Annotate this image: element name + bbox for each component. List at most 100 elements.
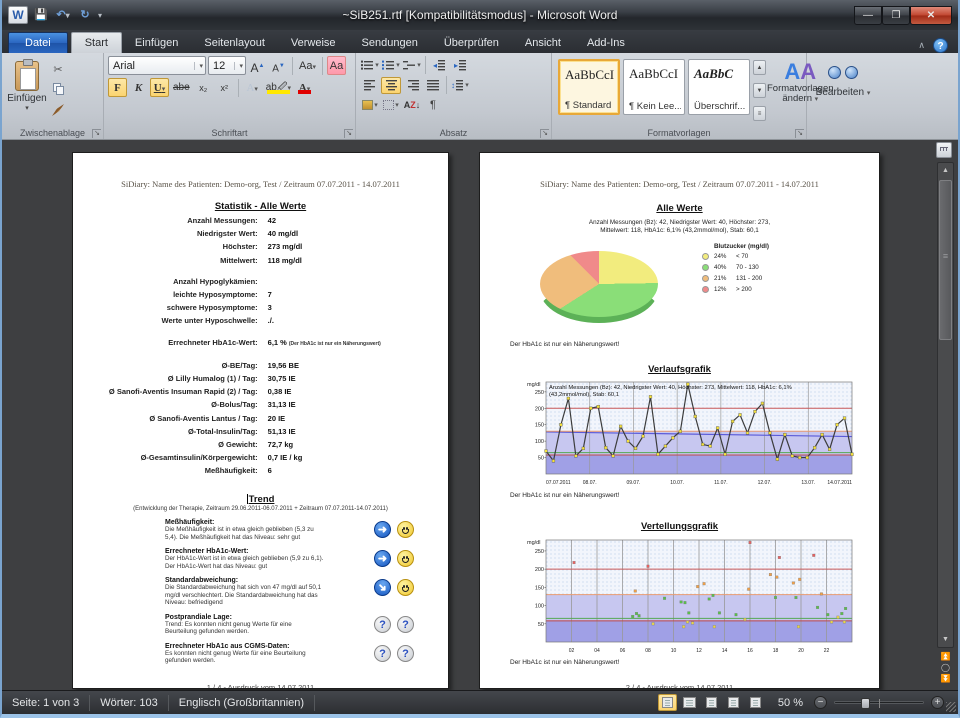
zoom-level[interactable]: 50 % — [778, 697, 803, 709]
font-dialog-launcher-icon[interactable] — [344, 129, 353, 138]
customize-qat-button[interactable]: ▾ — [98, 11, 102, 20]
text-effects-button[interactable]: A▾ — [243, 78, 262, 97]
tab-add-ins[interactable]: Add-Ins — [574, 33, 638, 53]
document-page-2[interactable]: SiDiary: Name des Patienten: Demo-org, T… — [479, 152, 880, 689]
styles-dialog-launcher-icon[interactable] — [795, 129, 804, 138]
paste-dropdown-icon[interactable]: ▾ — [25, 104, 29, 112]
zoom-out-button[interactable]: − — [814, 696, 827, 709]
scroll-up-icon[interactable]: ▲ — [938, 163, 953, 178]
word-count-status[interactable]: Wörter: 103 — [90, 695, 168, 711]
italic-button[interactable]: K — [129, 78, 148, 97]
numbered-list-button[interactable]: ▾ — [381, 57, 401, 74]
ribbon-tab-row: DateiStartEinfügenSeitenlayoutVerweiseSe… — [2, 30, 958, 53]
undo-button[interactable]: ↶▾ — [54, 6, 72, 24]
zoom-slider[interactable] — [834, 701, 924, 704]
bullet-list-button[interactable]: ▾ — [360, 57, 380, 74]
show-paragraph-marks-button[interactable]: ¶ — [423, 96, 443, 113]
outline-view-button[interactable] — [724, 694, 743, 711]
find-binoculars-icon[interactable] — [828, 62, 858, 84]
superscript-button[interactable]: x² — [215, 78, 234, 97]
styles-gallery-more-icon[interactable]: ≡ — [753, 106, 766, 121]
view-ruler-toggle-icon[interactable] — [936, 142, 952, 158]
align-right-button[interactable] — [402, 77, 422, 94]
language-status[interactable]: Englisch (Großbritannien) — [169, 695, 315, 711]
trend-section: Trend (Entwicklung der Therapie, Zeitrau… — [73, 494, 448, 665]
scroll-down-icon[interactable]: ▼ — [938, 632, 953, 647]
minimize-ribbon-icon[interactable]: ∧ — [918, 40, 925, 51]
tab-ansicht[interactable]: Ansicht — [512, 33, 574, 53]
tab-verweise[interactable]: Verweise — [278, 33, 349, 53]
document-page-1[interactable]: SiDiary: Name des Patienten: Demo-org, T… — [72, 152, 449, 689]
editing-button[interactable]: Bearbeiten ▾ — [816, 87, 871, 98]
vertical-scrollbar[interactable]: ▲ ▼ — [937, 162, 954, 648]
redo-button[interactable]: ↻ — [76, 6, 94, 24]
grow-font-button[interactable]: A▲ — [248, 56, 267, 75]
zoom-slider-thumb[interactable] — [861, 698, 870, 709]
zoom-in-button[interactable]: + — [931, 696, 944, 709]
multilevel-list-icon — [403, 59, 416, 71]
style-card-0[interactable]: AaBbCcI¶ Standard — [558, 59, 620, 115]
format-painter-button[interactable] — [48, 103, 68, 121]
restore-button[interactable]: ❐ — [882, 6, 910, 25]
cut-button[interactable]: ✂ — [48, 61, 68, 79]
save-button[interactable]: 💾 — [32, 6, 50, 24]
font-size-combobox[interactable]: 12▾ — [208, 56, 246, 75]
group-font: Arial▾ 12▾ A▲ A▼ Aa▾ Aa F K U▾ abe x₂ x²… — [104, 53, 356, 139]
tab-seitenlayout[interactable]: Seitenlayout — [191, 33, 278, 53]
title-bar[interactable]: ~SiB251.rtf [Kompatibilitätsmodus] - Mic… — [2, 0, 958, 30]
previous-page-icon[interactable]: ⏫ — [941, 652, 951, 661]
select-browse-object-icon[interactable]: ◯ — [941, 663, 950, 672]
clipboard-dialog-launcher-icon[interactable] — [92, 129, 101, 138]
resize-grip[interactable] — [946, 702, 956, 712]
shrink-font-button[interactable]: A▼ — [269, 56, 288, 75]
highlight-color-button[interactable]: ab🖉▾ — [264, 78, 293, 97]
justify-button[interactable] — [423, 77, 443, 94]
word-window: ~SiB251.rtf [Kompatibilitätsmodus] - Mic… — [0, 0, 960, 718]
strikethrough-button[interactable]: abe — [171, 78, 192, 97]
font-name-combobox[interactable]: Arial▾ — [108, 56, 206, 75]
paste-button[interactable]: Einfügen ▾ — [6, 56, 48, 125]
sort-button[interactable]: AZ↓ — [402, 96, 422, 113]
stat-value: 6 — [268, 464, 272, 477]
scrollbar-thumb[interactable] — [939, 180, 952, 340]
page-count-status[interactable]: Seite: 1 von 3 — [2, 695, 90, 711]
tab-sendungen[interactable]: Sendungen — [349, 33, 431, 53]
borders-button[interactable]: ▾ — [381, 96, 401, 113]
tab-start[interactable]: Start — [71, 32, 122, 53]
tab-einf-gen[interactable]: Einfügen — [122, 33, 191, 53]
shading-button[interactable]: ▾ — [360, 96, 380, 113]
bold-button[interactable]: F — [108, 78, 127, 97]
trend-arrow-right-icon: ➜ — [374, 550, 391, 567]
decrease-indent-button[interactable]: ◂ — [429, 57, 449, 74]
tab-datei[interactable]: Datei — [8, 32, 68, 53]
web-layout-view-button[interactable] — [702, 694, 721, 711]
align-left-button[interactable] — [360, 77, 380, 94]
copy-button[interactable] — [48, 82, 68, 100]
help-icon[interactable]: ? — [933, 38, 948, 53]
draft-view-button[interactable] — [746, 694, 765, 711]
print-layout-view-button[interactable] — [658, 694, 677, 711]
multilevel-list-button[interactable]: ▾ — [402, 57, 422, 74]
word-app-icon[interactable]: W — [8, 6, 28, 24]
subscript-button[interactable]: x₂ — [194, 78, 213, 97]
fullscreen-reading-view-button[interactable] — [680, 694, 699, 711]
paragraph-dialog-launcher-icon[interactable] — [540, 129, 549, 138]
next-page-icon[interactable]: ⏬ — [941, 674, 951, 683]
tab--berpr-fen[interactable]: Überprüfen — [431, 33, 512, 53]
line-spacing-button[interactable]: ↕▾ — [450, 77, 470, 94]
style-card-1[interactable]: AaBbCcI¶ Kein Lee... — [623, 59, 685, 115]
svg-text:150: 150 — [535, 585, 544, 591]
clear-formatting-button[interactable]: Aa — [327, 56, 346, 75]
minimize-button[interactable]: — — [854, 6, 882, 25]
increase-indent-button[interactable]: ▸ — [450, 57, 470, 74]
font-color-button[interactable]: A▾ — [295, 78, 314, 97]
styles-scroll-up-icon[interactable]: ▲ — [753, 60, 766, 75]
close-button[interactable]: ✕ — [910, 6, 952, 25]
change-case-button[interactable]: Aa▾ — [297, 56, 318, 75]
align-center-button[interactable] — [381, 77, 401, 94]
svg-text:200: 200 — [535, 406, 544, 412]
style-card-2[interactable]: AaBbCÜberschrif... — [688, 59, 750, 115]
styles-scroll-down-icon[interactable]: ▼ — [753, 83, 766, 98]
legend-color-dot — [702, 253, 709, 260]
underline-button[interactable]: U▾ — [150, 78, 169, 97]
